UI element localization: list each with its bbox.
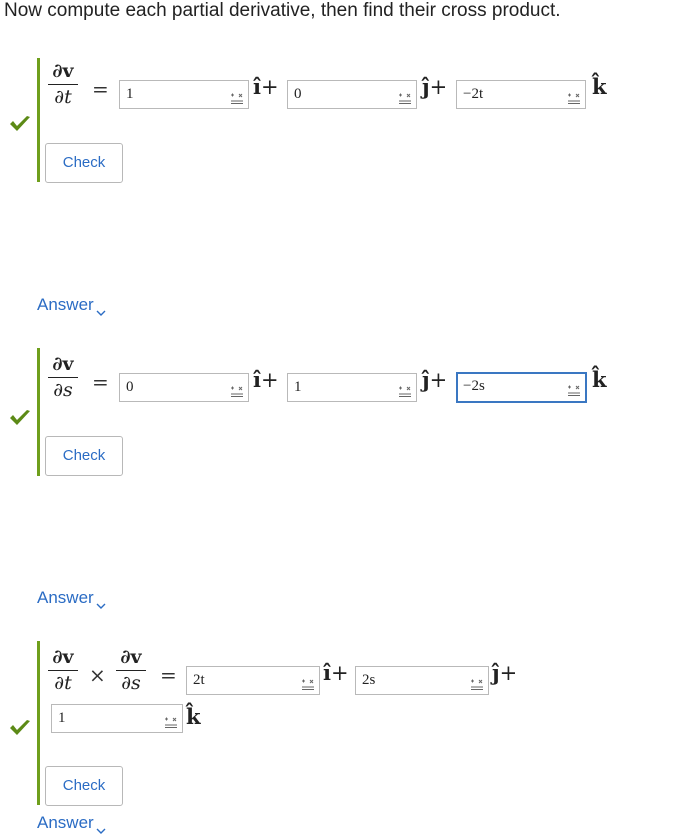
keyboard-icon[interactable] [301, 674, 315, 690]
j-hat-unit: ĵ+ [422, 367, 448, 392]
equals-sign: = [160, 663, 177, 687]
k-component-input[interactable]: −2t [456, 80, 586, 109]
k-hat-unit: k̂ [592, 367, 607, 392]
keyboard-icon[interactable] [230, 88, 244, 104]
j-component-input[interactable]: 1 [287, 373, 417, 402]
k-component-input[interactable]: −2s [456, 372, 587, 403]
k-hat-unit: k̂ [592, 74, 607, 99]
checkmark-icon [9, 720, 31, 736]
check-button[interactable]: Check [45, 436, 123, 476]
i-hat-unit: î+ [323, 660, 349, 685]
k-component-input[interactable]: 1 [51, 704, 183, 733]
keyboard-icon[interactable] [567, 381, 581, 396]
k-hat-unit: k̂ [186, 704, 201, 729]
chevron-down-icon [96, 595, 106, 609]
answer-toggle[interactable]: Answer [37, 295, 106, 316]
fraction-dv-dt: ∂v ∂t [46, 62, 80, 107]
equals-sign: = [92, 77, 109, 101]
keyboard-icon[interactable] [398, 88, 412, 104]
cross-product-sign: × [89, 663, 106, 687]
i-component-input[interactable]: 0 [119, 373, 249, 402]
answer-toggle[interactable]: Answer [37, 588, 106, 609]
i-component-input[interactable]: 2t [186, 666, 320, 695]
fraction-dv-dt: ∂v ∂t [46, 648, 80, 693]
fraction-dv-ds: ∂v ∂s [46, 355, 80, 400]
j-hat-unit: ĵ+ [422, 74, 448, 99]
chevron-down-icon [96, 302, 106, 316]
keyboard-icon[interactable] [164, 712, 178, 728]
correct-indicator-bar [37, 348, 40, 476]
checkmark-icon [9, 410, 31, 426]
check-button[interactable]: Check [45, 766, 123, 806]
answer-toggle[interactable]: Answer [37, 813, 106, 834]
equals-sign: = [92, 370, 109, 394]
keyboard-icon[interactable] [230, 381, 244, 397]
keyboard-icon[interactable] [567, 88, 581, 104]
keyboard-icon[interactable] [470, 674, 484, 690]
question-heading: Now compute each partial derivative, the… [4, 0, 561, 21]
j-component-input[interactable]: 0 [287, 80, 417, 109]
check-button[interactable]: Check [45, 143, 123, 183]
correct-indicator-bar [37, 58, 40, 182]
i-hat-unit: î+ [253, 367, 279, 392]
i-hat-unit: î+ [253, 74, 279, 99]
checkmark-icon [9, 116, 31, 132]
correct-indicator-bar [37, 641, 40, 805]
chevron-down-icon [96, 820, 106, 834]
j-component-input[interactable]: 2s [355, 666, 489, 695]
j-hat-unit: ĵ+ [492, 660, 518, 685]
keyboard-icon[interactable] [398, 381, 412, 397]
i-component-input[interactable]: 1 [119, 80, 249, 109]
fraction-dv-ds: ∂v ∂s [114, 648, 148, 693]
